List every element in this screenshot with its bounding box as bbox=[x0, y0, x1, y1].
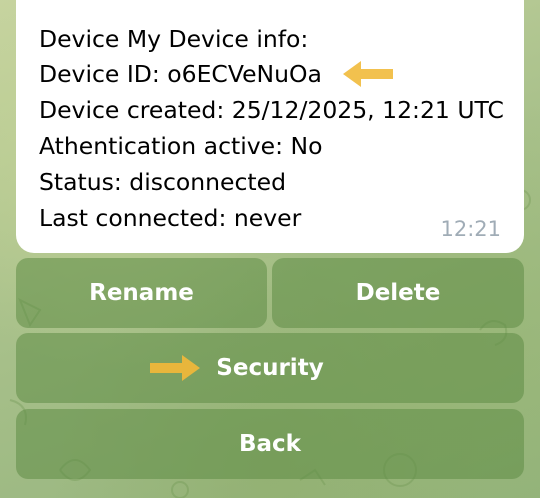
message-timestamp: 12:21 bbox=[440, 217, 501, 241]
device-id-line: Device ID: o6ECVeNuOa bbox=[39, 60, 322, 88]
security-button[interactable]: Security bbox=[16, 333, 524, 403]
device-title-line: Device My Device info: bbox=[39, 25, 309, 53]
arrow-right-icon bbox=[150, 355, 200, 381]
security-button-label: Security bbox=[216, 355, 324, 381]
device-info-message: Device My Device info: Device ID: o6ECVe… bbox=[16, 0, 524, 253]
authentication-line: Athentication active: No bbox=[39, 132, 323, 160]
status-line: Status: disconnected bbox=[39, 168, 287, 196]
rename-button[interactable]: Rename bbox=[16, 258, 267, 328]
arrow-left-icon bbox=[343, 61, 393, 87]
back-button[interactable]: Back bbox=[16, 409, 524, 479]
delete-button-label: Delete bbox=[355, 280, 441, 306]
delete-button[interactable]: Delete bbox=[272, 258, 524, 328]
device-created-line: Device created: 25/12/2025, 12:21 UTC bbox=[39, 96, 504, 124]
rename-button-label: Rename bbox=[89, 280, 194, 306]
last-connected-line: Last connected: never bbox=[39, 204, 302, 232]
back-button-label: Back bbox=[239, 431, 301, 457]
